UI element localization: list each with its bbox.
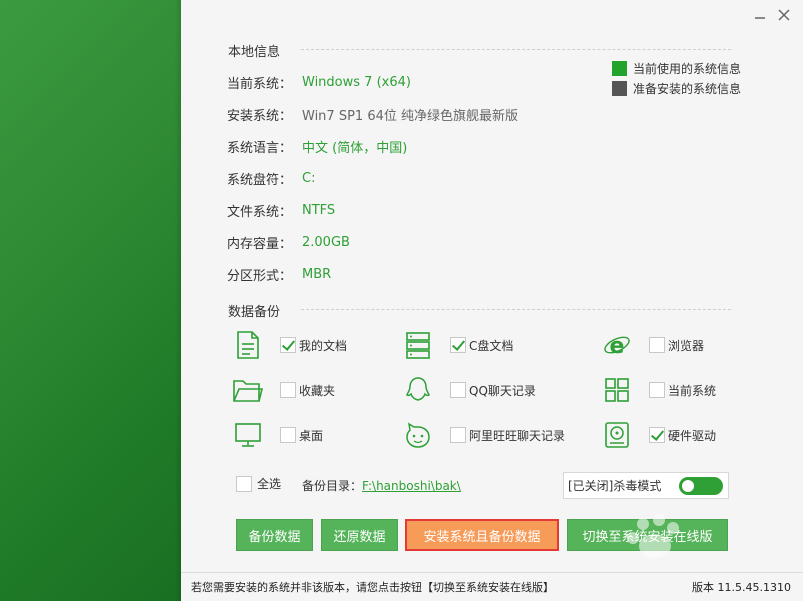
- checkbox-hardware-drivers[interactable]: [649, 427, 665, 443]
- checkbox-my-documents[interactable]: [280, 337, 296, 353]
- backup-dir-label: 备份目录：: [302, 479, 363, 493]
- footer-bar: 若您需要安装的系统并非该版本，请您点击按钮【切换至系统安装在线版】 版本 11.…: [181, 572, 803, 601]
- ie-browser-icon: e: [602, 330, 632, 360]
- info-value: Windows 7 (x64): [302, 74, 411, 90]
- legend-swatch-current: [612, 61, 627, 76]
- backup-item-wangwang-chat[interactable]: 阿里旺旺聊天记录: [403, 420, 565, 450]
- info-label: 分区形式：: [227, 268, 293, 284]
- backup-item-current-system[interactable]: 当前系统: [602, 375, 716, 405]
- legend-label-target: 准备安装的系统信息: [633, 82, 742, 96]
- backup-data-button[interactable]: 备份数据: [236, 519, 313, 551]
- checkbox-wangwang-chat[interactable]: [450, 427, 466, 443]
- close-button[interactable]: [777, 8, 791, 22]
- info-value: Win7 SP1 64位 纯净绿色旗舰最新版: [302, 108, 518, 124]
- hard-drive-icon: [602, 420, 632, 450]
- backup-item-browser[interactable]: e 浏览器: [602, 330, 704, 360]
- info-row-file-system: 文件系统： NTFS: [227, 200, 335, 220]
- minimize-icon: [755, 17, 765, 19]
- version-label: 版本 11.5.45.1310: [692, 581, 791, 594]
- backup-item-label: 桌面: [299, 428, 324, 443]
- checkbox-browser[interactable]: [649, 337, 665, 353]
- info-value: MBR: [302, 266, 332, 282]
- restore-data-button[interactable]: 还原数据: [321, 519, 398, 551]
- info-row-install-system: 安装系统： Win7 SP1 64位 纯净绿色旗舰最新版: [227, 104, 518, 124]
- switch-online-version-button[interactable]: 切换至系统安装在线版: [567, 519, 728, 551]
- legend-target-system: 准备安装的系统信息: [612, 80, 741, 97]
- select-all-label: 全选: [257, 477, 282, 491]
- backup-item-label: 浏览器: [668, 338, 705, 353]
- antivirus-mode-box: [已关闭]杀毒模式: [563, 472, 729, 499]
- info-row-system-drive: 系统盘符： C:: [227, 168, 315, 188]
- legend-swatch-target: [612, 81, 627, 96]
- close-icon: [778, 9, 790, 21]
- antivirus-mode-toggle[interactable]: [679, 477, 723, 495]
- left-background-panel: [0, 0, 181, 601]
- windows-icon: [602, 375, 632, 405]
- checkbox-current-system[interactable]: [649, 382, 665, 398]
- info-label: 系统语言：: [227, 140, 293, 156]
- backup-item-my-documents[interactable]: 我的文档: [233, 330, 347, 360]
- info-row-current-system: 当前系统： Windows 7 (x64): [227, 72, 411, 92]
- backup-item-qq-chat[interactable]: QQ聊天记录: [403, 375, 536, 405]
- folder-icon: [233, 375, 263, 405]
- info-row-system-language: 系统语言： 中文 (简体，中国): [227, 136, 407, 156]
- backup-item-label: 收藏夹: [299, 383, 336, 398]
- legend-label-current: 当前使用的系统信息: [633, 62, 742, 76]
- install-and-backup-button[interactable]: 安装系统且备份数据: [405, 519, 559, 551]
- select-all[interactable]: 全选: [236, 475, 281, 492]
- main-panel: 本地信息 当前系统： Windows 7 (x64) 安装系统： Win7 SP…: [181, 0, 803, 601]
- info-value: 2.00GB: [302, 234, 350, 250]
- backup-divider: [301, 309, 731, 310]
- info-value: C:: [302, 170, 316, 186]
- minimize-button[interactable]: [753, 8, 767, 22]
- backup-dir-link[interactable]: F:\hanboshi\bak\: [362, 479, 461, 493]
- document-icon: [233, 330, 263, 360]
- info-label: 安装系统：: [227, 108, 293, 124]
- backup-item-label: 我的文档: [299, 338, 348, 353]
- local-info-divider: [301, 49, 731, 50]
- info-label: 文件系统：: [227, 204, 293, 220]
- legend-current-system: 当前使用的系统信息: [612, 60, 741, 77]
- backup-item-label: QQ聊天记录: [469, 383, 536, 398]
- checkbox-qq-chat[interactable]: [450, 382, 466, 398]
- info-label: 系统盘符：: [227, 172, 293, 188]
- backup-item-favorites[interactable]: 收藏夹: [233, 375, 335, 405]
- window-controls: [753, 8, 791, 22]
- backup-item-label: 阿里旺旺聊天记录: [469, 428, 566, 443]
- backup-title: 数据备份: [228, 305, 281, 320]
- checkbox-select-all[interactable]: [236, 475, 252, 492]
- checkbox-c-drive-documents[interactable]: [450, 337, 466, 353]
- info-row-partition: 分区形式： MBR: [227, 264, 331, 284]
- local-info-title: 本地信息: [228, 45, 281, 60]
- backup-directory: 备份目录：F:\hanboshi\bak\: [302, 477, 461, 494]
- info-label: 内存容量：: [227, 236, 293, 252]
- info-label: 当前系统：: [227, 76, 293, 92]
- wangwang-icon: [403, 420, 433, 450]
- backup-item-desktop[interactable]: 桌面: [233, 420, 323, 450]
- backup-item-label: 当前系统: [668, 383, 717, 398]
- antivirus-mode-label: [已关闭]杀毒模式: [568, 479, 662, 493]
- info-row-memory: 内存容量： 2.00GB: [227, 232, 350, 252]
- footer-notice: 若您需要安装的系统并非该版本，请您点击按钮【切换至系统安装在线版】: [191, 581, 554, 594]
- checkbox-favorites[interactable]: [280, 382, 296, 398]
- info-value: NTFS: [302, 202, 336, 218]
- backup-item-c-drive-documents[interactable]: C盘文档: [403, 330, 513, 360]
- backup-item-label: 硬件驱动: [668, 428, 717, 443]
- monitor-icon: [233, 420, 263, 450]
- checkbox-desktop[interactable]: [280, 427, 296, 443]
- backup-item-label: C盘文档: [469, 338, 514, 353]
- qq-icon: [403, 375, 433, 405]
- info-value: 中文 (简体，中国): [302, 140, 408, 156]
- server-icon: [403, 330, 433, 360]
- backup-item-hardware-drivers[interactable]: 硬件驱动: [602, 420, 716, 450]
